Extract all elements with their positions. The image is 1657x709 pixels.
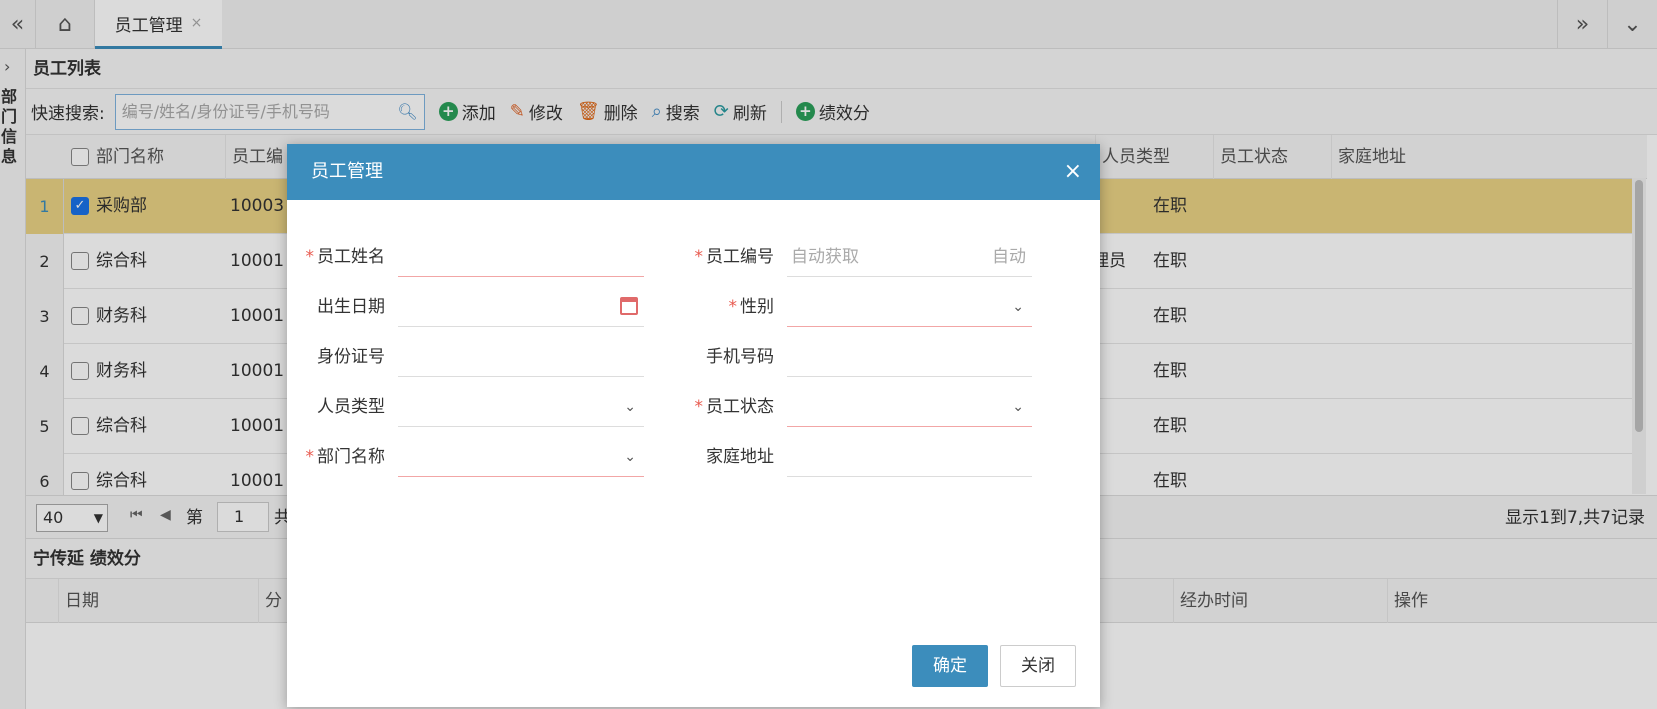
gender-label-text: 性别 [740, 297, 774, 317]
person-type-label: 人员类型 [317, 397, 385, 417]
birth-label: 出生日期 [317, 297, 385, 317]
chevron-down-icon: ⌄ [624, 399, 636, 415]
emp-no-label: * 员工编号 [687, 237, 775, 277]
birth-date-field[interactable] [398, 287, 644, 327]
name-label: * 员工姓名 [301, 237, 386, 277]
dialog-header: 员工管理 × [287, 144, 1100, 200]
phone-label: 手机号码 [706, 347, 774, 367]
required-mark: * [694, 397, 704, 417]
gender-select[interactable]: ⌄ [787, 287, 1032, 327]
dept-label-text: 部门名称 [317, 447, 385, 467]
chevron-down-icon: ⌄ [1012, 399, 1024, 415]
gender-label: * 性别 [687, 287, 775, 327]
address-label: 家庭地址 [706, 447, 774, 467]
dept-label: * 部门名称 [301, 437, 386, 477]
emp-no-field[interactable]: 自动获取 自动 [787, 237, 1032, 277]
chevron-down-icon: ⌄ [1012, 299, 1024, 315]
required-mark: * [305, 447, 315, 467]
name-field[interactable] [398, 237, 644, 277]
id-card-label: 身份证号 [317, 347, 385, 367]
address-field[interactable] [787, 437, 1032, 477]
required-mark: * [305, 247, 315, 267]
required-mark: * [728, 297, 738, 317]
name-label-text: 员工姓名 [317, 247, 385, 267]
dialog-title: 员工管理 [311, 161, 383, 182]
person-type-select[interactable]: ⌄ [398, 387, 644, 427]
chevron-down-icon: ⌄ [624, 449, 636, 465]
confirm-button[interactable]: 确定 [912, 645, 988, 687]
close-icon[interactable]: × [1064, 144, 1082, 200]
required-mark: * [694, 247, 704, 267]
id-card-field[interactable] [398, 337, 644, 377]
phone-field[interactable] [787, 337, 1032, 377]
dept-select[interactable]: ⌄ [398, 437, 644, 477]
close-button[interactable]: 关闭 [1000, 645, 1076, 687]
emp-no-label-text: 员工编号 [706, 247, 774, 267]
employee-dialog: 员工管理 × * 员工姓名 * 员工编号 自动获取 自动 出生日期 * 性别 ⌄ 身份… [287, 144, 1100, 707]
emp-no-suffix: 自动 [992, 247, 1026, 267]
emp-status-label-text: 员工状态 [706, 397, 774, 417]
emp-no-placeholder: 自动获取 [791, 247, 859, 267]
calendar-icon[interactable] [620, 297, 638, 315]
emp-status-select[interactable]: ⌄ [787, 387, 1032, 427]
emp-status-label: * 员工状态 [687, 387, 775, 427]
